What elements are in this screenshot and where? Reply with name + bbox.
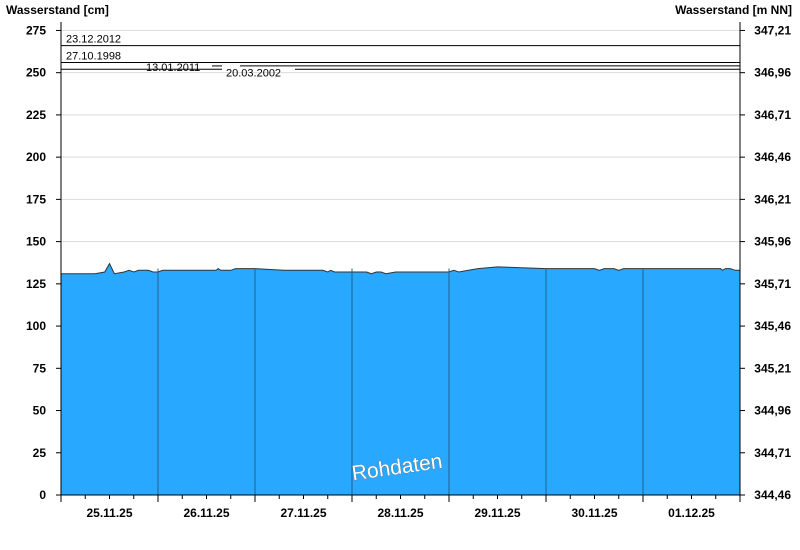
y-right-tick-label: 344,46 [754, 488, 791, 502]
y-tick-label: 275 [26, 23, 46, 37]
y-right-tick-label: 347,21 [754, 23, 791, 37]
y-tick-label: 125 [26, 277, 46, 291]
y-tick-label: 200 [26, 150, 46, 164]
reference-label: 27.10.1998 [66, 51, 121, 63]
y-right-tick-label: 345,96 [754, 235, 791, 249]
y-right-tick-label: 345,71 [754, 277, 791, 291]
y-tick-label: 0 [39, 488, 46, 502]
x-tick-label: 01.12.25 [668, 506, 715, 520]
x-tick-label: 28.11.25 [377, 506, 423, 520]
y-tick-label: 225 [26, 108, 46, 122]
x-tick-label: 25.11.25 [86, 506, 132, 520]
water-level-chart: 23.12.2012 27.10.1998 13.01.2011 20.03.2002… [6, 3, 792, 520]
y-right-tick-label: 344,96 [754, 404, 791, 418]
x-tick-label: 29.11.25 [474, 506, 520, 520]
left-axis-title: Wasserstand [cm] [6, 3, 109, 17]
y-right-tick-label: 344,71 [754, 446, 791, 460]
y-tick-label: 250 [26, 66, 46, 80]
x-tick-label: 30.11.25 [571, 506, 617, 520]
reference-label: 23.12.2012 [66, 34, 121, 46]
y-right-tick-label: 346,21 [754, 192, 791, 206]
right-axis-title: Wasserstand [m NN] [675, 3, 792, 17]
y-right-tick-label: 345,21 [754, 361, 791, 375]
y-tick-label: 150 [26, 235, 46, 249]
y-right-tick-label: 345,46 [754, 319, 791, 333]
y-tick-label: 175 [26, 192, 46, 206]
reference-label: 20.03.2002 [226, 67, 281, 79]
y-right-tick-label: 346,71 [754, 108, 791, 122]
x-tick-label: 26.11.25 [183, 506, 229, 520]
y-tick-label: 100 [26, 319, 46, 333]
reference-label: 13.01.2011 [146, 62, 200, 74]
y-tick-label: 75 [33, 361, 47, 375]
x-tick-label: 27.11.25 [280, 506, 326, 520]
y-tick-label: 25 [33, 446, 47, 460]
y-tick-label: 50 [33, 404, 47, 418]
y-right-tick-label: 346,46 [754, 150, 791, 164]
y-right-tick-label: 346,96 [754, 66, 791, 80]
